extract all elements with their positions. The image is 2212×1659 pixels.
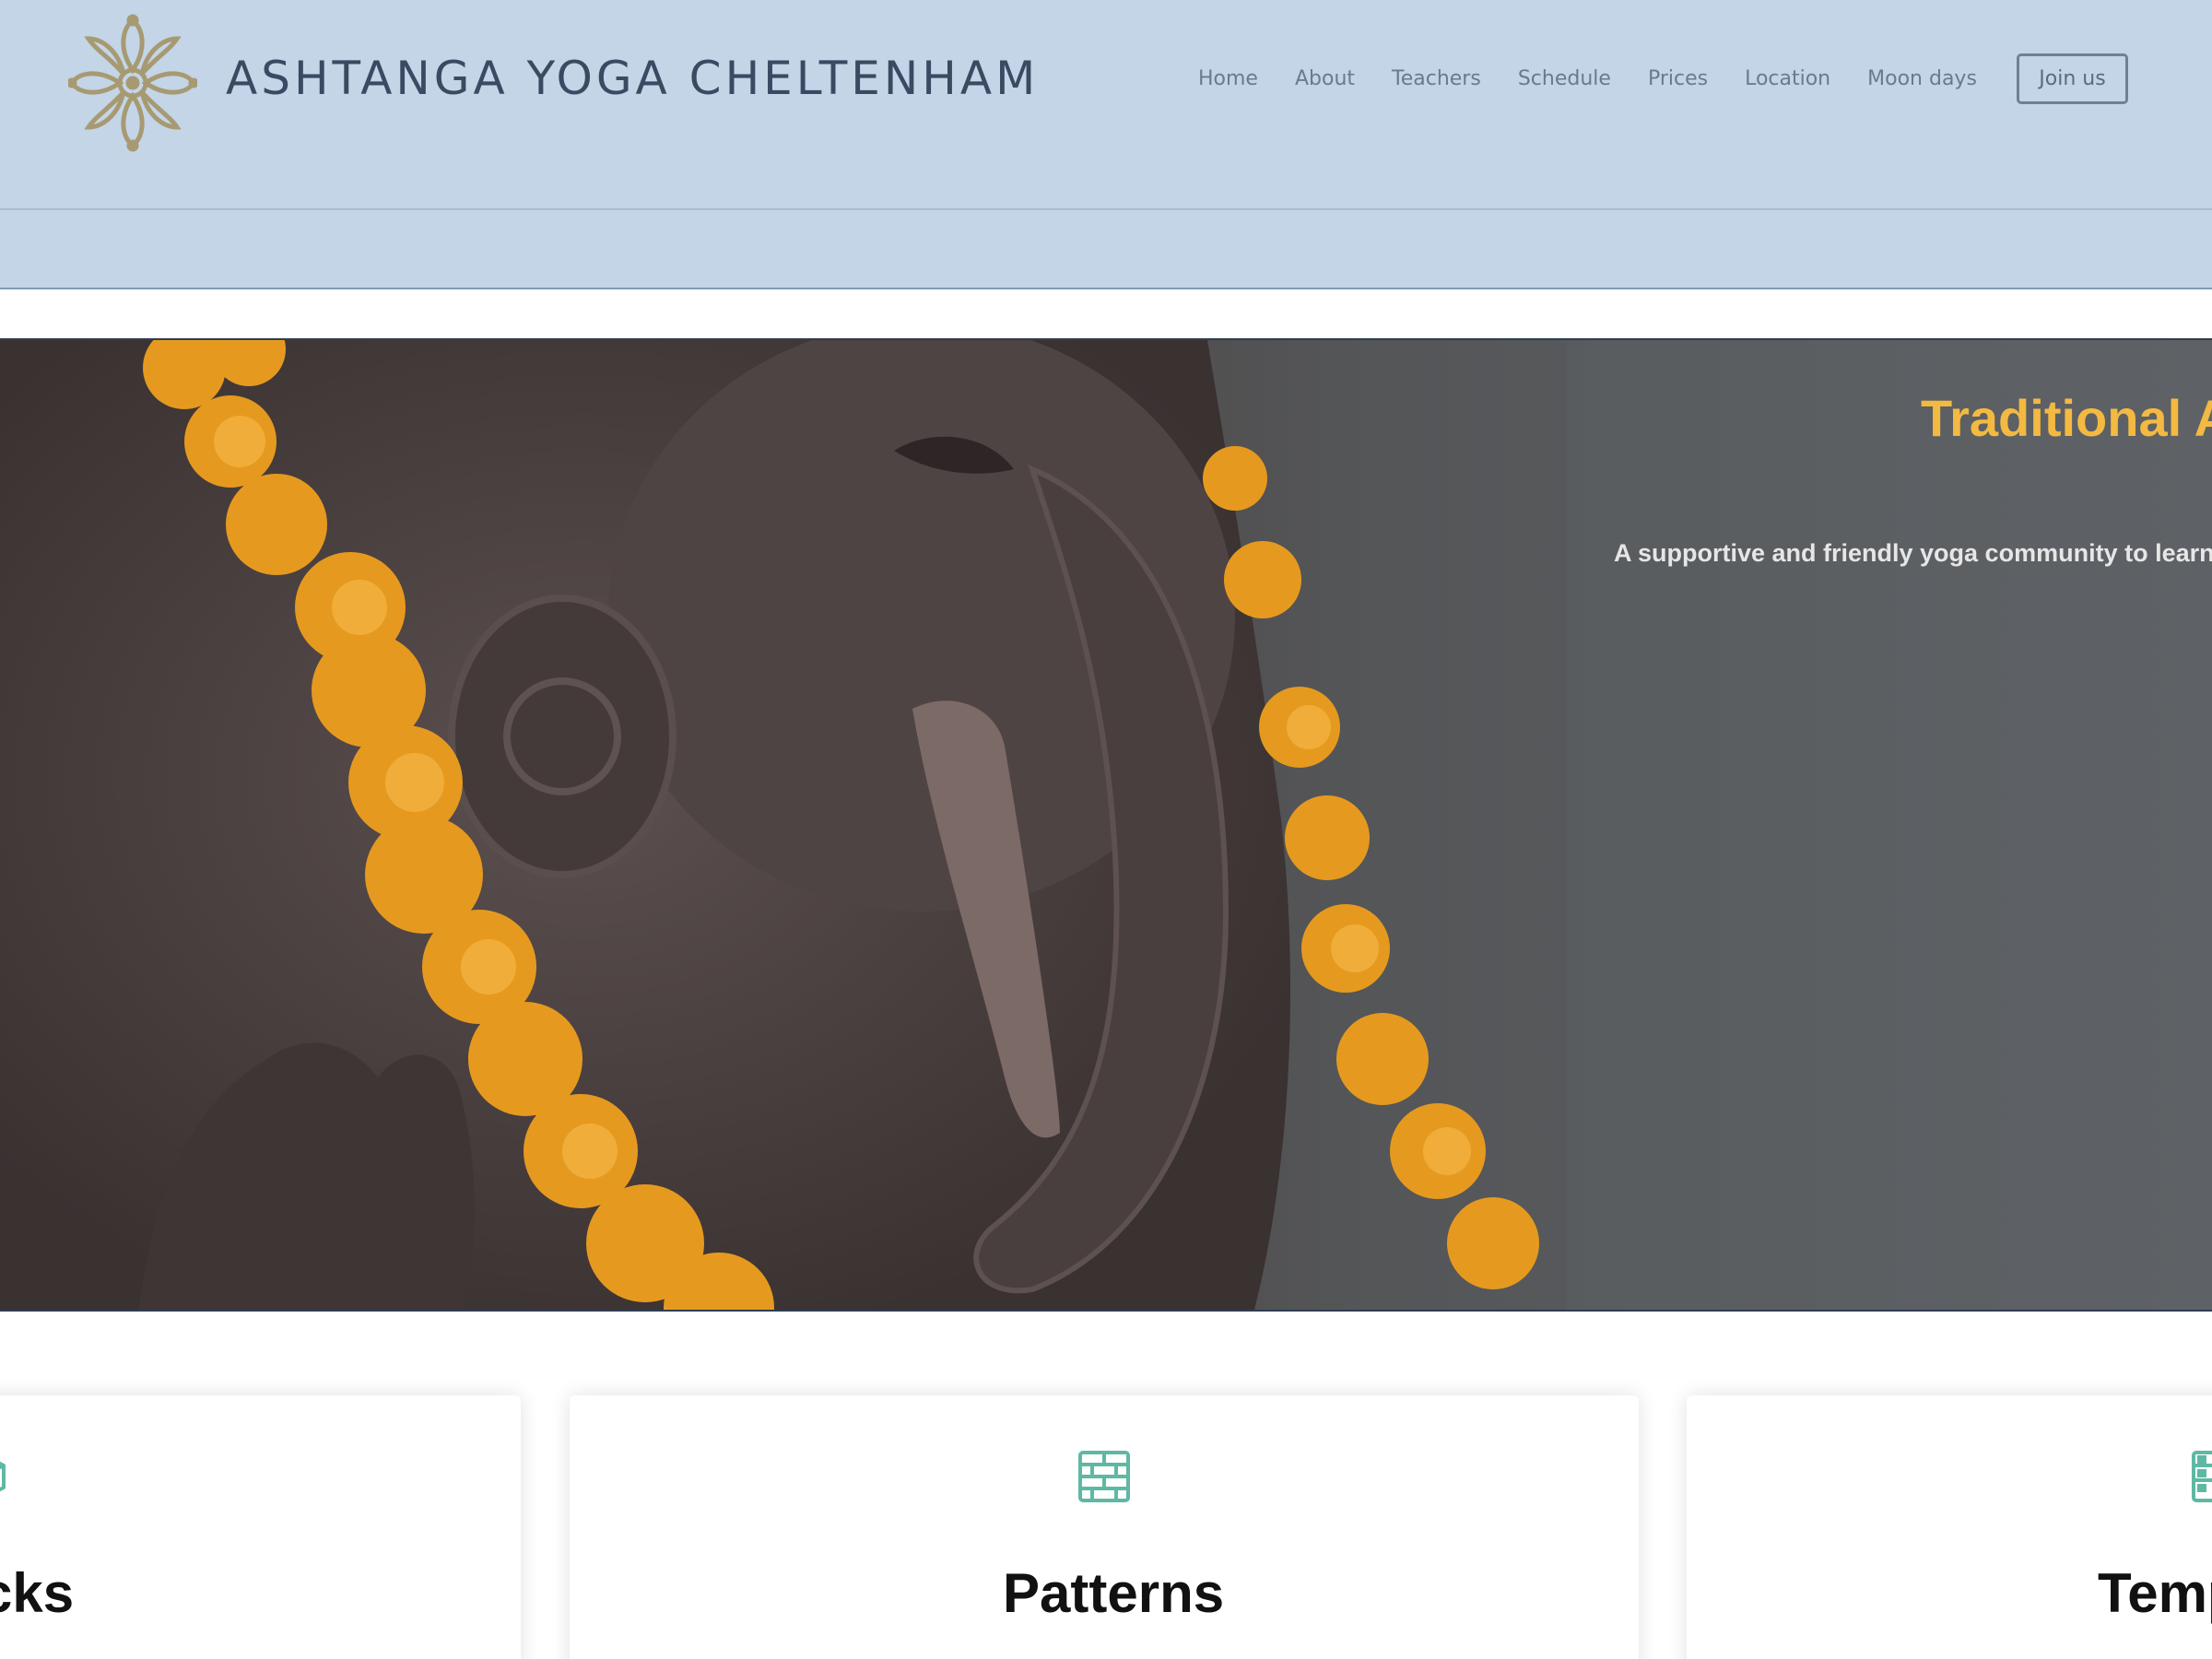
nav-location[interactable]: Location (1745, 67, 1830, 90)
feature-card-blocks[interactable]: cks (0, 1395, 521, 1659)
hero-title: Traditional A (1921, 389, 2212, 447)
nav-about[interactable]: About (1295, 67, 1355, 90)
card-title: Temp (2098, 1562, 2212, 1624)
ganesha-statue-image (0, 340, 2212, 1310)
site-header: ASHTANGA YOGA CHELTENHAM Home About Teac… (0, 0, 2212, 289)
hero-banner: Traditional A A supportive and friendly … (0, 338, 2212, 1312)
nav-moon-days[interactable]: Moon days (1867, 67, 1977, 90)
site-title[interactable]: ASHTANGA YOGA CHELTENHAM (226, 52, 1039, 105)
feature-card-patterns[interactable]: Patterns (570, 1395, 1639, 1659)
nav-teachers[interactable]: Teachers (1392, 67, 1481, 90)
feature-card-templates[interactable]: Temp (1687, 1395, 2212, 1659)
card-title: cks (0, 1562, 75, 1624)
nav-prices[interactable]: Prices (1648, 67, 1708, 90)
nav-schedule[interactable]: Schedule (1518, 67, 1611, 90)
nav-home[interactable]: Home (1198, 67, 1258, 90)
template-icon (2192, 1451, 2212, 1502)
brick-wall-icon (1078, 1451, 1130, 1502)
hero-subtitle: A supportive and friendly yoga community… (1614, 539, 2212, 567)
mandala-logo-icon[interactable] (68, 13, 197, 153)
main-nav: Home About Teachers Schedule Prices Loca… (1198, 51, 2014, 106)
card-title: Patterns (1003, 1562, 1225, 1624)
join-us-button[interactable]: Join us (2017, 53, 2128, 104)
header-divider (0, 208, 2212, 210)
cube-icon (0, 1461, 6, 1492)
